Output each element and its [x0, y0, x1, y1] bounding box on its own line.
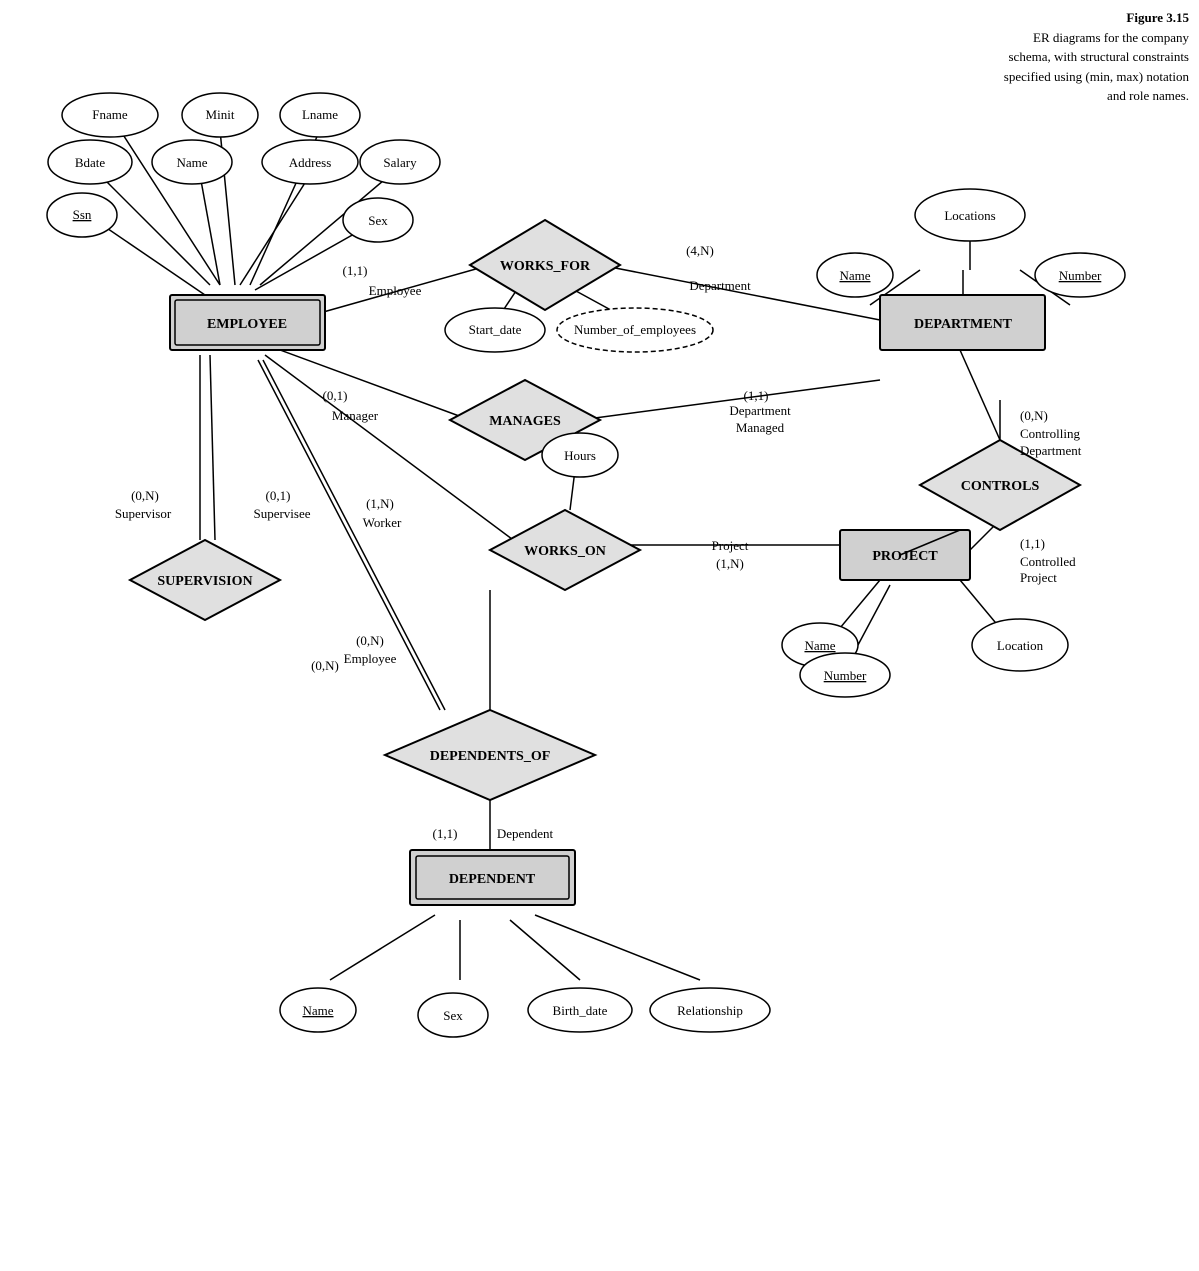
works-for-label: WORKS_FOR [500, 259, 591, 274]
controls-role-controlled-proj: Controlled [1020, 554, 1076, 569]
manages-role-manager: Manager [332, 408, 379, 423]
address-label: Address [289, 155, 332, 170]
works-on-label: WORKS_ON [524, 544, 606, 559]
supervision-role-supervisee: Supervisee [253, 506, 310, 521]
supervision-constraint-supervisor: (0,N) [131, 488, 159, 503]
supervision-constraint-supervisee: (0,1) [266, 488, 291, 503]
works-for-role-employee: Employee [369, 283, 422, 298]
controls-constraint-proj: (1,1) [1020, 536, 1045, 551]
dependents-constraint-employee: (0,N) [311, 658, 339, 673]
dependent-label: DEPENDENT [449, 872, 536, 887]
works-on-role-employee: Employee [344, 651, 397, 666]
proj-number-label: Number [824, 668, 867, 683]
works-on-constraint-worker: (1,N) [366, 496, 394, 511]
dep-sex-label: Sex [443, 1008, 463, 1023]
dependents-of-label: DEPENDENTS_OF [430, 749, 551, 764]
page: Figure 3.15 ER diagrams for the company … [0, 0, 1199, 1271]
dep-name-label: Name [302, 1003, 333, 1018]
start-date-label: Start_date [469, 322, 522, 337]
hours-label: Hours [564, 448, 596, 463]
manages-constraint-manager: (0,1) [323, 388, 348, 403]
manages-role-dept-managed: Department [729, 403, 791, 418]
works-for-role-dept: Department [689, 278, 751, 293]
dept-name-label: Name [839, 268, 870, 283]
works-on-constraint-employee: (0,N) [356, 633, 384, 648]
birth-date-label: Birth_date [553, 1003, 608, 1018]
supervision-label: SUPERVISION [157, 574, 252, 589]
lname-label: Lname [302, 107, 338, 122]
minit-label: Minit [206, 107, 235, 122]
proj-name-label: Name [804, 638, 835, 653]
bdate-label: Bdate [75, 155, 106, 170]
supervision-role-supervisor: Supervisor [115, 506, 172, 521]
controls-constraint-dept: (0,N) [1020, 408, 1048, 423]
ssn-label: Ssn [73, 207, 92, 222]
controls-role-controlled-proj2: Project [1020, 570, 1057, 585]
dept-number-label: Number [1059, 268, 1102, 283]
num-employees-label: Number_of_employees [574, 322, 696, 337]
fname-label: Fname [92, 107, 128, 122]
manages-role-dept-managed2: Managed [736, 420, 785, 435]
works-on-constraint-project: Project [712, 538, 749, 553]
locations-label: Locations [944, 208, 995, 223]
dependents-role-dependent: Dependent [497, 826, 554, 841]
sex-label: Sex [368, 213, 388, 228]
controls-role-controlling-dept: Controlling [1020, 426, 1080, 441]
relationship-label: Relationship [677, 1003, 743, 1018]
manages-constraint-dept: (1,1) [744, 388, 769, 403]
location-label: Location [997, 638, 1044, 653]
salary-label: Salary [383, 155, 417, 170]
works-on-role-project2: (1,N) [716, 556, 744, 571]
works-for-constraint-employee: (1,1) [343, 263, 368, 278]
er-diagram: EMPLOYEE DEPARTMENT PROJECT DEPENDENT WO… [0, 0, 1199, 1271]
manages-label: MANAGES [489, 414, 561, 429]
controls-label: CONTROLS [961, 479, 1040, 494]
department-label: DEPARTMENT [914, 317, 1013, 332]
employee-label: EMPLOYEE [207, 317, 287, 332]
works-for-constraint-dept: (4,N) [686, 243, 714, 258]
project-label: PROJECT [872, 549, 938, 564]
controls-role-controlling-dept2: Department [1020, 443, 1082, 458]
works-on-role-worker: Worker [363, 515, 402, 530]
dependents-constraint-dependent: (1,1) [433, 826, 458, 841]
emp-name-label: Name [176, 155, 207, 170]
